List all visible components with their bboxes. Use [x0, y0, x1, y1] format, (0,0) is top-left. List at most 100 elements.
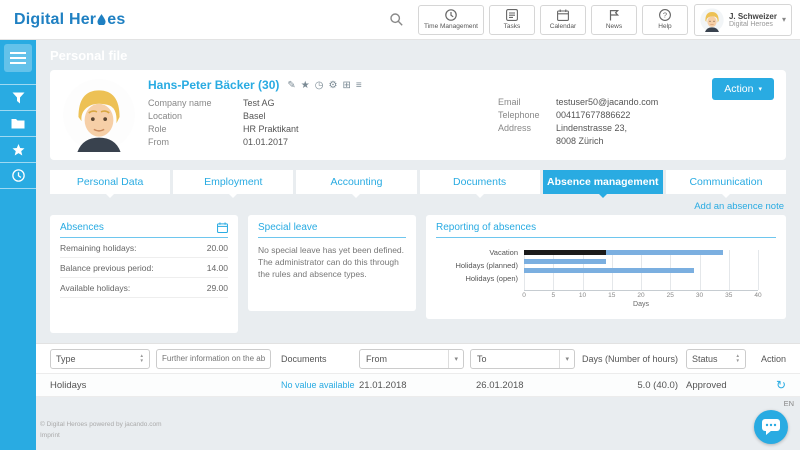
field-row: Telephone004117677886622: [498, 109, 774, 122]
page-title: Personal file: [36, 40, 800, 70]
profile-left-block: Hans-Peter Bäcker (30) ✎ ★ ◷ ⚙ ⊞ ≡ Compa…: [148, 78, 498, 152]
profile-card: Hans-Peter Bäcker (30) ✎ ★ ◷ ⚙ ⊞ ≡ Compa…: [50, 70, 786, 160]
chart-tick-label: 15: [608, 292, 615, 299]
reporting-panel-title: Reporting of absences: [436, 222, 536, 233]
tab-personal-data[interactable]: Personal Data: [50, 170, 170, 194]
org-list-icon[interactable]: ≡: [356, 80, 362, 91]
chart-category-label: Holidays (open): [436, 272, 518, 285]
menu-toggle-button[interactable]: [4, 44, 32, 72]
employee-name: Hans-Peter Bäcker (30): [148, 78, 279, 92]
sidebar-item-filter[interactable]: [0, 85, 36, 111]
absence-table-row: Holidays No value available 21.01.2018 2…: [36, 373, 800, 397]
nav-button-label: Time Management: [424, 23, 478, 30]
action-column-header: Action: [746, 354, 786, 364]
user-name: J. Schweizer: [729, 12, 777, 21]
chart-tick-label: 10: [579, 292, 586, 299]
absences-panel-title: Absences: [60, 222, 104, 233]
sidebar-item-history[interactable]: [0, 163, 36, 189]
chart-category-label: Holidays (planned): [436, 259, 518, 272]
field-value: Lindenstrasse 23,: [556, 122, 627, 135]
chart-gridline: [758, 250, 759, 290]
calendar-icon[interactable]: [217, 222, 228, 233]
from-date-select[interactable]: From ▾: [359, 349, 464, 369]
chart-tick-label: 0: [522, 292, 526, 299]
chevron-down-icon: ▾: [782, 15, 786, 24]
search-icon[interactable]: [390, 13, 403, 26]
nav-news-button[interactable]: News: [591, 5, 637, 35]
chevron-down-icon: ▾: [559, 350, 574, 368]
edit-icon[interactable]: ✎: [287, 80, 295, 91]
panels-row: Absences Remaining holidays:20.00 Balanc…: [50, 215, 786, 333]
user-info: J. Schweizer Digital Heroes: [729, 12, 777, 28]
type-select[interactable]: Type ▲▼: [50, 349, 150, 369]
chart-tick-label: 40: [754, 292, 761, 299]
nav-button-label: Help: [658, 23, 671, 30]
tab-documents[interactable]: Documents: [420, 170, 540, 194]
logo-text-her: Her: [69, 11, 96, 29]
sidebar: [0, 40, 36, 450]
user-avatar: [700, 8, 724, 32]
nav-calendar-button[interactable]: Calendar: [540, 5, 586, 35]
nav-help-button[interactable]: ? Help: [642, 5, 688, 35]
field-row: Company nameTest AG: [148, 97, 498, 110]
chart-x-axis-ticks: 0510152025303540: [524, 291, 758, 300]
settings-gear-icon[interactable]: ⚙: [329, 80, 338, 91]
to-date-select[interactable]: To ▾: [470, 349, 575, 369]
add-absence-note-link[interactable]: Add an absence note: [52, 201, 784, 212]
status-select[interactable]: Status ▲▼: [686, 349, 746, 369]
chart-tick-label: 25: [667, 292, 674, 299]
sort-arrows-icon: ▲▼: [736, 354, 740, 363]
tab-employment[interactable]: Employment: [173, 170, 293, 194]
user-menu[interactable]: J. Schweizer Digital Heroes ▾: [694, 4, 792, 36]
special-leave-panel-title: Special leave: [258, 222, 317, 233]
absence-info-input[interactable]: [156, 349, 271, 369]
row-to-cell: 26.01.2018: [470, 380, 575, 391]
tab-communication[interactable]: Communication: [666, 170, 786, 194]
from-filter-column: From ▾: [359, 349, 464, 369]
field-value: 8008 Zürich: [556, 135, 604, 148]
sidebar-icon-group: [0, 84, 36, 189]
main-content: Personal file Hans-Peter Bäcker (30) ✎ ★…: [36, 40, 800, 450]
time-management-clock-icon: [445, 9, 457, 21]
chart-tick-label: 30: [696, 292, 703, 299]
nav-tasks-button[interactable]: Tasks: [489, 5, 535, 35]
user-org: Digital Heroes: [729, 21, 777, 28]
history-clock-icon[interactable]: ◷: [315, 80, 324, 91]
tab-absence-management[interactable]: Absence management: [543, 170, 663, 194]
field-value: HR Praktikant: [243, 123, 299, 136]
sidebar-item-files[interactable]: [0, 111, 36, 137]
chart-bar-segment: [606, 250, 723, 255]
hamburger-icon: [10, 52, 26, 64]
chart-tick-label: 35: [725, 292, 732, 299]
chat-widget-button[interactable]: [754, 410, 788, 444]
info-filter-column: [156, 349, 271, 369]
stat-value: 29.00: [207, 283, 228, 293]
stat-value: 14.00: [207, 263, 228, 273]
field-row: LocationBasel: [148, 110, 498, 123]
chevron-down-icon: ▾: [448, 350, 463, 368]
imprint-link[interactable]: Imprint: [40, 430, 162, 442]
documents-column-header: Documents: [271, 354, 359, 364]
absences-panel-header: Absences: [60, 222, 228, 238]
special-leave-text: No special leave has yet been defined. T…: [258, 245, 406, 281]
id-card-icon[interactable]: ⊞: [342, 80, 350, 91]
nav-time-management-button[interactable]: Time Management: [418, 5, 484, 35]
absence-stat-row: Remaining holidays:20.00: [60, 238, 228, 258]
field-row: 8008 Zürich: [498, 135, 774, 148]
clock-icon: [12, 169, 25, 182]
row-documents-link[interactable]: No value available: [271, 380, 359, 390]
email-link[interactable]: testuser50@jacando.com: [556, 96, 658, 109]
field-row: RoleHR Praktikant: [148, 123, 498, 136]
sidebar-item-favorites[interactable]: [0, 137, 36, 163]
tab-accounting[interactable]: Accounting: [296, 170, 416, 194]
chart-bar: [524, 259, 758, 264]
action-button[interactable]: Action ▾: [712, 78, 774, 100]
help-icon: ?: [659, 9, 671, 21]
field-value: Basel: [243, 110, 266, 123]
chart-bar: [524, 268, 758, 273]
favorite-star-icon[interactable]: ★: [301, 80, 310, 91]
tab-bar: Personal Data Employment Accounting Docu…: [50, 170, 786, 194]
refresh-icon[interactable]: ↻: [776, 378, 786, 392]
logo-text-es: es: [107, 11, 125, 29]
field-label: From: [148, 136, 243, 149]
